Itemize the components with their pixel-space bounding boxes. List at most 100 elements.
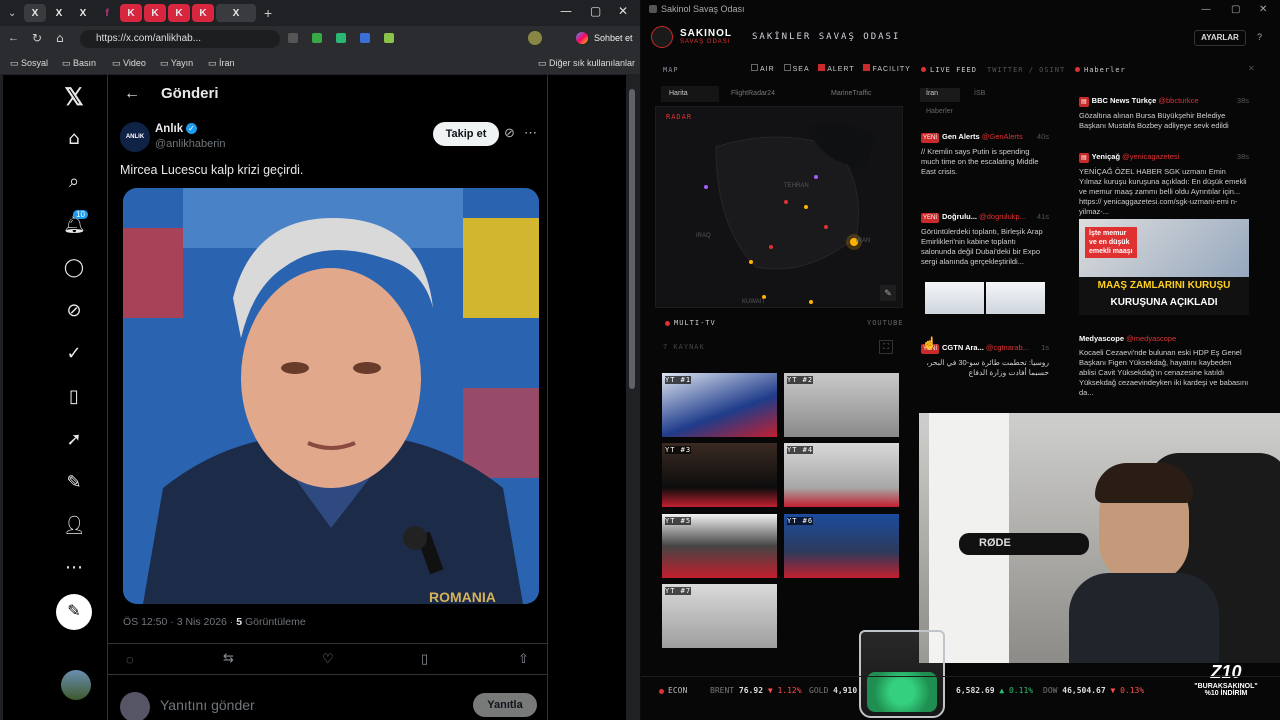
maximize-icon[interactable]: ▢ <box>1231 4 1240 15</box>
filter-facility[interactable]: FACILITY <box>863 64 910 73</box>
extension-icon[interactable] <box>312 33 322 43</box>
tab-harita[interactable]: Harita <box>661 86 719 102</box>
browser-tab[interactable]: X <box>48 4 70 22</box>
copilot-icon[interactable] <box>576 32 588 44</box>
profile-avatar[interactable] <box>528 31 542 45</box>
bookmark-folder[interactable]: ▭ Basın <box>62 58 96 69</box>
post-button[interactable]: ✎ <box>56 594 92 630</box>
reply-avatar <box>120 692 150 720</box>
bookmarks-icon[interactable]: ▯ <box>63 386 85 408</box>
author-handle[interactable]: @anlikhaberin <box>155 138 226 150</box>
reply-icon[interactable]: ◌ <box>126 652 134 667</box>
tab-menu-chevron-icon[interactable]: ⌄ <box>8 8 22 19</box>
browser-tab[interactable]: K <box>192 4 214 22</box>
new-tab-icon[interactable]: + <box>264 5 272 21</box>
map-edit-icon[interactable]: ✎ <box>880 285 896 301</box>
reply-input[interactable]: Yanıtını gönder <box>160 697 255 713</box>
settings-button[interactable]: AYARLAR <box>1194 30 1246 46</box>
author-avatar[interactable]: ANLIK <box>120 122 150 152</box>
feed-image[interactable] <box>925 282 984 314</box>
url-field[interactable]: https://x.com/anlikhab... <box>80 30 280 48</box>
home-icon[interactable]: ⌂ <box>63 128 85 150</box>
bookmark-icon[interactable]: ▯ <box>421 651 428 667</box>
tv-thumb[interactable]: YT #4 <box>784 443 899 507</box>
like-icon[interactable]: ♡ <box>322 651 334 667</box>
extension-icon[interactable] <box>336 33 346 43</box>
messages-icon[interactable]: ◯ <box>63 257 85 279</box>
feed-item[interactable]: YENİ CGTN Ara... @cgtnarab... 1s روسيا: ت… <box>921 343 1049 378</box>
more-options-icon[interactable]: ⋯ <box>524 125 537 141</box>
share-icon[interactable]: ⇧ <box>518 651 529 667</box>
back-icon[interactable]: ← <box>8 32 19 44</box>
author-name[interactable]: Anlık <box>155 123 183 135</box>
expand-icon[interactable]: ⛶ <box>879 340 893 354</box>
tv-thumb[interactable]: YT #6 <box>784 514 899 578</box>
back-arrow-icon[interactable]: ← <box>124 85 140 103</box>
browser-tab[interactable]: X <box>24 4 46 22</box>
feed-image[interactable] <box>986 282 1045 314</box>
close-icon[interactable]: ✕ <box>618 4 628 18</box>
grok-icon[interactable]: ⊘ <box>63 300 85 322</box>
business-icon[interactable]: ➚ <box>63 429 85 451</box>
bookmark-folder-other[interactable]: ▭ Diğer sık kullanılanlar <box>538 58 635 69</box>
page-scrollbar[interactable] <box>626 75 638 720</box>
news-item[interactable]: Medyascope @medyascope Kocaeli Cezaevi'n… <box>1079 334 1249 398</box>
tv-thumb[interactable]: YT #3 <box>662 443 777 507</box>
home-icon[interactable]: ⌂ <box>56 31 64 45</box>
bookmark-folder[interactable]: ▭ Sosyal <box>10 58 48 69</box>
bookmark-folder[interactable]: ▭ İran <box>208 58 235 69</box>
tv-thumb[interactable]: YT #1 <box>662 373 777 437</box>
browser-tab[interactable]: X <box>72 4 94 22</box>
repost-icon[interactable]: ⇆ <box>223 651 234 666</box>
tab-flightradar[interactable]: FlightRadar24 <box>731 90 775 97</box>
filter-alert[interactable]: ALERT <box>818 64 854 73</box>
feed-sub-tab[interactable]: Haberler <box>926 108 953 115</box>
browser-tab[interactable]: K <box>120 4 142 22</box>
feed-tab-iran[interactable]: İran <box>920 88 960 102</box>
news-item[interactable]: ▤ BBC News Türkçe @bbcturkce 38s Gözaltın… <box>1079 96 1249 131</box>
scrollbar-thumb[interactable] <box>629 89 635 389</box>
radar-map[interactable]: RADAR TEHRAN IRAQ IRAN KUWAIT ✎ <box>655 106 903 308</box>
grok-explain-icon[interactable]: ⊘ <box>504 125 515 141</box>
feed-item[interactable]: YENİ Doğrulu... @dogrulukp... 41s Görüntü… <box>921 212 1049 267</box>
extension-icon[interactable] <box>360 33 370 43</box>
webcam-overlay: RØDE <box>919 413 1280 663</box>
tab-marinetraffic[interactable]: MarineTraffic <box>831 90 871 97</box>
extension-icon[interactable] <box>384 33 394 43</box>
x-logo-icon[interactable]: 𝕏 <box>63 83 85 111</box>
tv-thumb[interactable]: YT #7 <box>662 584 777 648</box>
close-icon[interactable]: ✕ <box>1259 4 1267 15</box>
minimize-icon[interactable]: — <box>1201 4 1211 15</box>
tv-thumb[interactable]: YT #5 <box>662 514 777 578</box>
bookmark-folder[interactable]: ▭ Yayın <box>160 58 193 69</box>
news-image[interactable]: İşte memur ve en düşük emekli maaşı MAAŞ… <box>1079 219 1249 315</box>
maximize-icon[interactable]: ▢ <box>590 4 601 18</box>
feed-tab-isb[interactable]: İSB <box>974 90 985 97</box>
verified-icon[interactable]: ✓ <box>63 343 85 365</box>
bookmark-folder[interactable]: ▭ Video <box>112 58 146 69</box>
browser-tab[interactable]: K <box>144 4 166 22</box>
minimize-icon[interactable]: — <box>560 4 572 18</box>
extension-icon[interactable] <box>288 33 298 43</box>
profile-icon[interactable]: 👤︎ <box>63 515 86 537</box>
notifications-icon[interactable]: 🔔︎ 10 <box>63 210 88 236</box>
more-icon[interactable]: ⋯ <box>63 557 85 579</box>
feed-item[interactable]: YENİ Gen Alerts @GenAlerts 40s // Kremlin… <box>921 132 1049 177</box>
tv-thumb[interactable]: YT #2 <box>784 373 899 437</box>
reload-icon[interactable]: ↻ <box>32 31 42 45</box>
follow-button[interactable]: Takip et <box>433 122 499 146</box>
browser-tab[interactable]: K <box>168 4 190 22</box>
chat-button[interactable]: Sohbet et <box>594 33 633 43</box>
browser-tab-active[interactable]: X <box>216 4 256 22</box>
account-avatar[interactable] <box>61 670 91 700</box>
filter-sea[interactable]: SEA <box>783 64 810 73</box>
tweet-photo[interactable]: ROMANIA <box>123 188 539 604</box>
search-icon[interactable]: ⌕ <box>63 171 85 193</box>
articles-icon[interactable]: ✎ <box>63 472 85 494</box>
news-close-icon[interactable]: ✕ <box>1248 64 1255 73</box>
browser-tab[interactable]: f <box>96 4 118 22</box>
filter-air[interactable]: AIR <box>751 64 775 73</box>
reply-button[interactable]: Yanıtla <box>473 693 537 717</box>
news-item[interactable]: ▤ Yeniçağ @yenicagazetesi 38s YENİÇAĞ ÖZE… <box>1079 152 1249 217</box>
info-icon[interactable]: ? <box>1257 32 1262 42</box>
